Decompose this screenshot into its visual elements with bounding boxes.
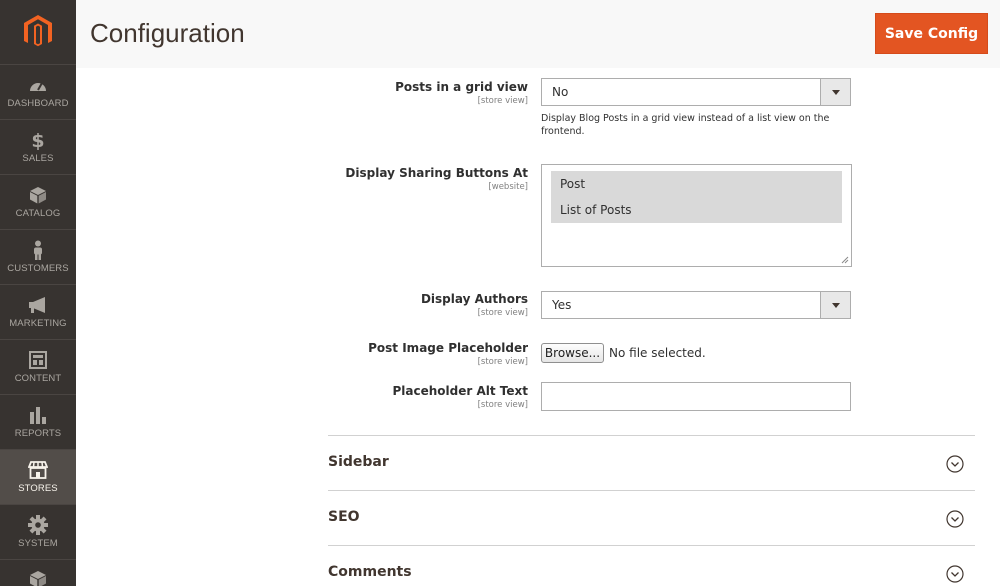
field-label: Display Sharing Buttons At	[345, 166, 528, 180]
sidebar-item-content[interactable]: CONTENT	[0, 339, 76, 394]
sidebar-item-label: MARKETING	[9, 318, 67, 329]
sidebar-item-label: REPORTS	[14, 428, 62, 439]
sidebar-item-stores[interactable]: STORES	[0, 449, 76, 504]
section-title: Sidebar	[328, 454, 389, 470]
resize-handle-icon[interactable]	[841, 256, 849, 264]
admin-sidebar: DASHBOARD $ SALES CATALOG CUSTOMERS MARK…	[0, 0, 76, 586]
alt-text-input[interactable]	[541, 382, 851, 411]
selected-value: Yes	[552, 298, 572, 312]
storefront-icon	[28, 460, 48, 480]
megaphone-icon	[28, 295, 48, 315]
sidebar-item-label: DASHBOARD	[7, 98, 69, 109]
expand-chevron-icon[interactable]	[946, 455, 964, 473]
chevron-down-icon[interactable]	[820, 79, 850, 105]
dollar-icon: $	[28, 130, 48, 150]
section-title: Comments	[328, 564, 412, 580]
scope-label: [store view]	[477, 308, 528, 318]
page-title: Configuration	[90, 18, 245, 48]
placeholder-label: Post Image Placeholder [store view]	[368, 341, 528, 367]
file-status: No file selected.	[609, 346, 706, 360]
cube-icon	[28, 185, 48, 205]
magento-logo[interactable]	[0, 0, 76, 64]
sidebar-item-label: SALES	[22, 153, 54, 164]
layout-icon	[28, 350, 48, 370]
scope-label: [store view]	[477, 357, 528, 367]
section-seo[interactable]: SEO	[328, 490, 975, 545]
chevron-down-icon[interactable]	[820, 292, 850, 318]
page-header: Configuration Save Config	[76, 0, 1000, 68]
dashboard-icon	[28, 75, 48, 95]
gear-icon	[28, 515, 48, 535]
sharing-label: Display Sharing Buttons At [website]	[345, 166, 528, 192]
sidebar-item-customers[interactable]: CUSTOMERS	[0, 229, 76, 284]
grid-view-note: Display Blog Posts in a grid view instea…	[541, 113, 830, 137]
sidebar-item-reports[interactable]: REPORTS	[0, 394, 76, 449]
sidebar-item-dashboard[interactable]: DASHBOARD	[0, 64, 76, 119]
sharing-multiselect[interactable]: Post List of Posts	[541, 164, 852, 267]
bar-chart-icon	[28, 405, 48, 425]
expand-chevron-icon[interactable]	[946, 565, 964, 583]
selected-value: No	[552, 85, 569, 99]
sidebar-item-catalog[interactable]: CATALOG	[0, 174, 76, 229]
extensions-icon	[28, 570, 48, 586]
scope-label: [website]	[488, 182, 528, 192]
sidebar-item-label: SYSTEM	[18, 538, 58, 549]
field-label: Placeholder Alt Text	[392, 384, 528, 398]
option-list-of-posts[interactable]: List of Posts	[551, 197, 842, 223]
authors-select[interactable]: Yes	[541, 291, 851, 319]
grid-view-label: Posts in a grid view [store view]	[395, 80, 528, 106]
sidebar-item-system[interactable]: SYSTEM	[0, 504, 76, 559]
scope-label: [store view]	[477, 400, 528, 410]
alt-text-label: Placeholder Alt Text [store view]	[392, 384, 528, 410]
field-label: Post Image Placeholder	[368, 341, 528, 355]
magento-logo-icon	[24, 15, 52, 47]
scope-label: [store view]	[477, 96, 528, 106]
svg-text:$: $	[31, 130, 44, 150]
field-label: Display Authors	[420, 292, 528, 306]
sidebar-item-extensions[interactable]	[0, 559, 76, 586]
save-config-button[interactable]: Save Config	[875, 13, 988, 54]
sidebar-item-label: CONTENT	[14, 373, 62, 384]
person-icon	[28, 240, 48, 260]
authors-label: Display Authors [store view]	[421, 292, 528, 318]
sidebar-item-sales[interactable]: $ SALES	[0, 119, 76, 174]
sidebar-item-marketing[interactable]: MARKETING	[0, 284, 76, 339]
expand-chevron-icon[interactable]	[946, 510, 964, 528]
section-comments[interactable]: Comments	[328, 545, 975, 586]
browse-button[interactable]: Browse...	[541, 343, 604, 363]
section-sidebar[interactable]: Sidebar	[328, 435, 975, 490]
sidebar-item-label: CATALOG	[15, 208, 61, 219]
grid-view-select[interactable]: No	[541, 78, 851, 106]
sidebar-item-label: CUSTOMERS	[7, 263, 69, 274]
field-label: Posts in a grid view	[395, 80, 528, 94]
option-post[interactable]: Post	[551, 171, 842, 197]
sidebar-item-label: STORES	[18, 483, 58, 494]
section-title: SEO	[328, 509, 360, 525]
